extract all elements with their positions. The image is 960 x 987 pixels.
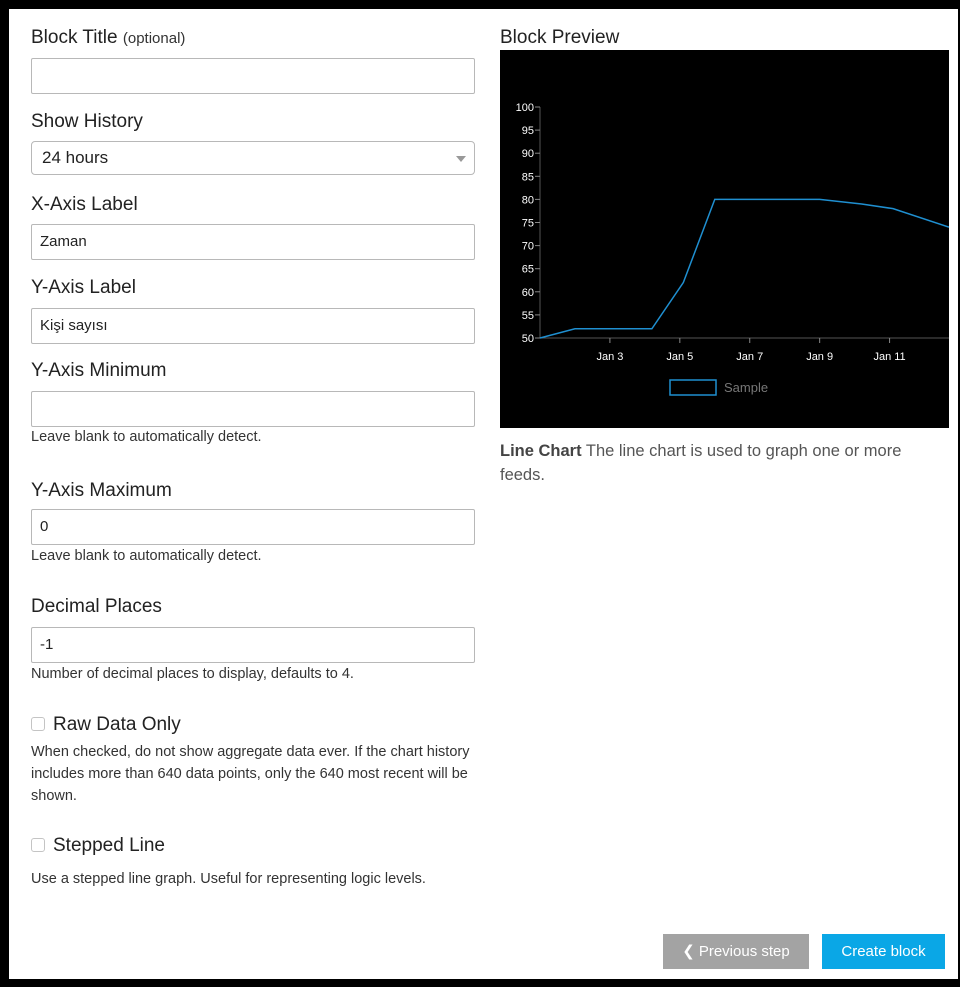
raw-data-only-option[interactable]: Raw Data Only [31, 714, 181, 736]
chart-description-title: Line Chart [500, 442, 582, 460]
y-tick-label: 55 [522, 310, 534, 322]
chevron-down-icon [456, 156, 466, 162]
y-tick-label: 100 [516, 102, 534, 114]
y-tick-label: 75 [522, 218, 534, 230]
stepped-line-checkbox[interactable] [31, 838, 45, 852]
y-axis-minimum-input[interactable] [31, 391, 475, 427]
x-tick-label: Jan 3 [596, 351, 623, 363]
show-history-selected-value: 24 hours [42, 148, 109, 167]
y-axis-minimum-label: Y-Axis Minimum [31, 360, 167, 381]
optional-note: (optional) [122, 30, 186, 47]
show-history-select[interactable]: 24 hours [31, 141, 475, 175]
stepped-line-help: Use a stepped line graph. Useful for rep… [31, 871, 426, 887]
line-chart-svg: 50 55 60 65 70 75 80 85 90 95 100 Jan 3 Jan 5 Jan 7 Ja… [516, 102, 950, 396]
x-tick-label: Jan 7 [736, 351, 763, 363]
x-tick-label: Jan 5 [666, 351, 693, 363]
y-tick-label: 95 [522, 125, 534, 137]
x-tick-label: Jan 11 [873, 351, 905, 363]
raw-data-only-help: When checked, do not show aggregate data… [31, 744, 470, 804]
decimal-places-label: Decimal Places [31, 596, 162, 617]
block-preview-heading: Block Preview [500, 27, 620, 48]
block-title-label: Block Title (optional) [31, 27, 185, 50]
previous-step-button[interactable]: ❮ Previous step [663, 934, 809, 969]
create-block-panel: Block Title (optional) Show History 24 h… [9, 9, 958, 979]
y-tick-label: 80 [522, 194, 534, 206]
y-axis-maximum-input[interactable]: 0 [31, 509, 475, 545]
y-axis-maximum-label: Y-Axis Maximum [31, 480, 172, 501]
y-axis-label-label: Y-Axis Label [31, 277, 136, 298]
show-history-label: Show History [31, 111, 143, 132]
block-title-label-text: Block Title [31, 27, 118, 48]
y-tick-label: 70 [522, 241, 534, 253]
chevron-left-icon: ❮ [682, 943, 695, 960]
decimal-places-help: Number of decimal places to display, def… [31, 666, 354, 682]
legend-label: Sample [724, 380, 768, 395]
previous-step-label: Previous step [698, 943, 790, 960]
block-title-input[interactable] [31, 58, 475, 94]
y-tick-label: 50 [522, 333, 534, 345]
line-chart-preview: 50 55 60 65 70 75 80 85 90 95 100 Jan 3 Jan 5 Jan 7 Ja… [500, 50, 950, 428]
y-tick-label: 85 [522, 171, 534, 183]
y-tick-label: 60 [522, 287, 534, 299]
decimal-places-input[interactable]: -1 [31, 627, 475, 663]
chart-description: Line Chart The line chart is used to gra… [500, 439, 940, 487]
stepped-line-option[interactable]: Stepped Line [31, 835, 165, 857]
raw-data-only-checkbox[interactable] [31, 717, 45, 731]
x-axis-label-input[interactable]: Zaman [31, 224, 475, 260]
stepped-line-label: Stepped Line [53, 835, 165, 856]
y-tick-label: 65 [522, 264, 534, 276]
series-line-sample [539, 198, 950, 339]
y-axis-minimum-help: Leave blank to automatically detect. [31, 429, 262, 445]
create-block-button[interactable]: Create block [822, 934, 945, 969]
y-tick-label: 90 [522, 148, 534, 160]
y-axis-label-input[interactable]: Kişi sayısı [31, 308, 475, 344]
x-axis-label-label: X-Axis Label [31, 194, 138, 215]
y-axis-maximum-help: Leave blank to automatically detect. [31, 548, 262, 564]
raw-data-only-label: Raw Data Only [53, 714, 181, 735]
x-tick-label: Jan 9 [806, 351, 833, 363]
legend-swatch [669, 379, 717, 396]
